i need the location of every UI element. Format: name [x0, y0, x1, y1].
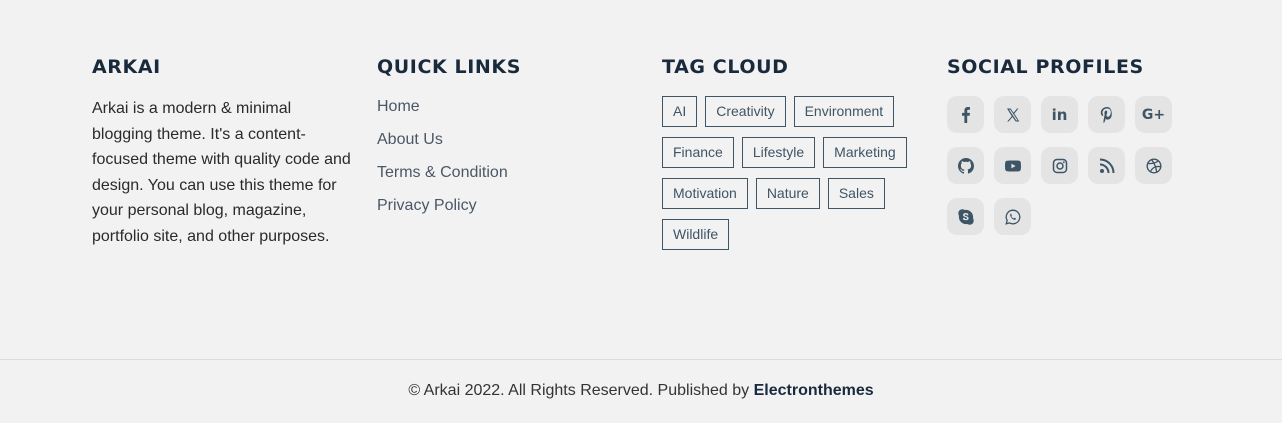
copyright-text: © Arkai 2022. All Rights Reserved. Publi… [408, 382, 754, 399]
skype-icon[interactable] [947, 198, 984, 235]
tag-motivation[interactable]: Motivation [662, 178, 748, 209]
tag-lifestyle[interactable]: Lifestyle [741, 137, 816, 168]
about-heading: ARKAI [92, 56, 161, 78]
link-about-us[interactable]: About Us [377, 131, 443, 148]
whatsapp-icon[interactable] [994, 198, 1031, 235]
quick-links-heading: QUICK LINKS [377, 56, 522, 78]
copyright-bar: © Arkai 2022. All Rights Reserved. Publi… [0, 380, 1282, 401]
tag-cloud-column: TAG CLOUD AI Creativity Environment Fina… [662, 54, 922, 250]
tag-wildlife[interactable]: Wildlife [662, 219, 730, 250]
footer-divider [0, 359, 1282, 360]
social-icons: in G+ [947, 96, 1207, 235]
instagram-icon[interactable] [1041, 147, 1078, 184]
link-terms-condition[interactable]: Terms & Condition [377, 164, 508, 181]
about-column: ARKAI Arkai is a modern & minimal bloggi… [92, 54, 354, 250]
linkedin-glyph: in [1051, 105, 1068, 124]
facebook-icon[interactable] [947, 96, 984, 133]
site-footer: ARKAI Arkai is a modern & minimal bloggi… [0, 0, 1282, 423]
social-profiles-column: SOCIAL PROFILES in G+ [947, 54, 1207, 235]
google-plus-icon[interactable]: G+ [1135, 96, 1172, 133]
rss-icon[interactable] [1088, 147, 1125, 184]
dribbble-icon[interactable] [1135, 147, 1172, 184]
tag-cloud: AI Creativity Environment Finance Lifest… [662, 96, 912, 250]
quick-links-list: Home About Us Terms & Condition Privacy … [377, 96, 627, 216]
link-home[interactable]: Home [377, 98, 420, 115]
link-privacy-policy[interactable]: Privacy Policy [377, 197, 477, 214]
publisher-link[interactable]: Electronthemes [754, 382, 874, 399]
tag-ai[interactable]: AI [662, 96, 698, 127]
tag-creativity[interactable]: Creativity [705, 96, 786, 127]
pinterest-icon[interactable] [1088, 96, 1125, 133]
quick-links-column: QUICK LINKS Home About Us Terms & Condit… [377, 54, 627, 228]
tag-sales[interactable]: Sales [827, 178, 885, 209]
tag-nature[interactable]: Nature [755, 178, 820, 209]
tag-environment[interactable]: Environment [793, 96, 895, 127]
youtube-icon[interactable] [994, 147, 1031, 184]
social-profiles-heading: SOCIAL PROFILES [947, 56, 1144, 78]
tag-marketing[interactable]: Marketing [823, 137, 907, 168]
google-plus-glyph: G+ [1141, 106, 1166, 123]
linkedin-icon[interactable]: in [1041, 96, 1078, 133]
about-text: Arkai is a modern & minimal blogging the… [92, 100, 351, 245]
github-icon[interactable] [947, 147, 984, 184]
tag-cloud-heading: TAG CLOUD [662, 56, 789, 78]
x-icon[interactable] [994, 96, 1031, 133]
tag-finance[interactable]: Finance [662, 137, 734, 168]
